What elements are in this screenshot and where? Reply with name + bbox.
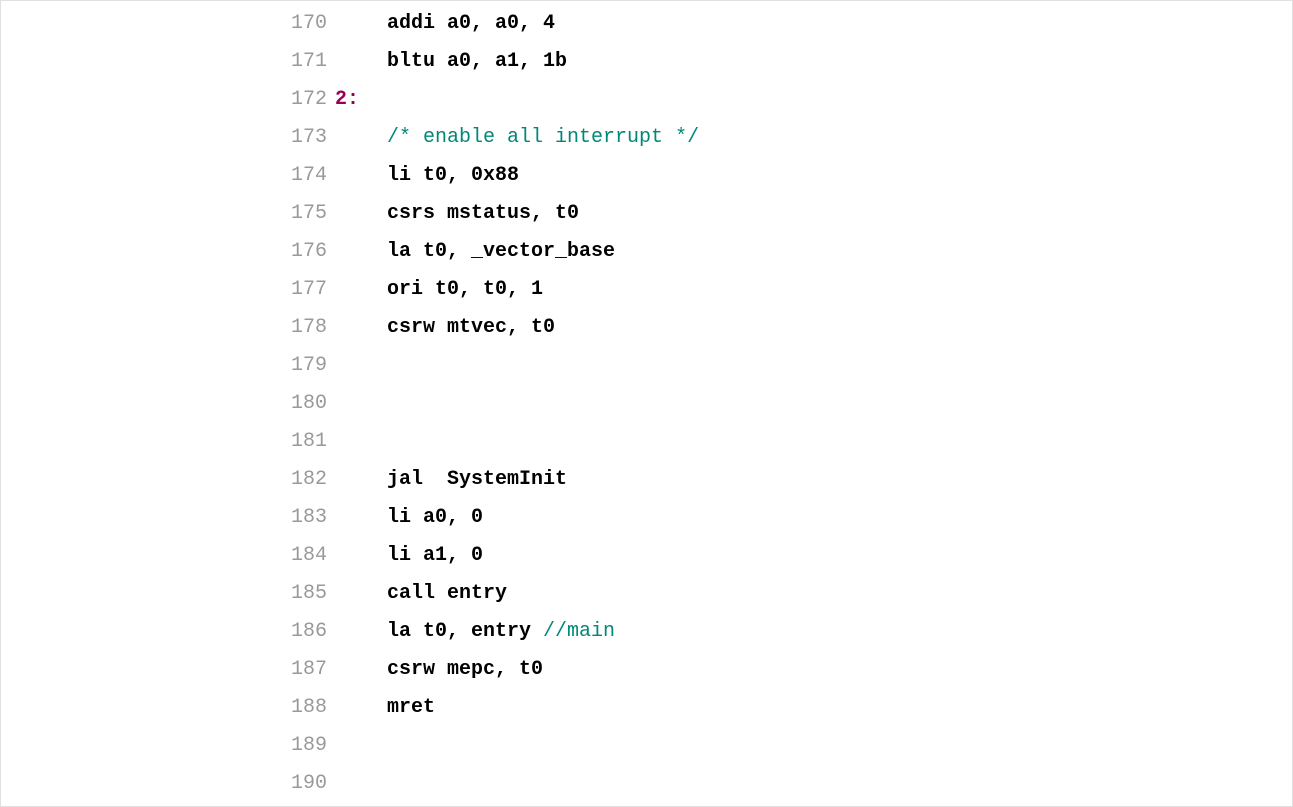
instruction: mret (387, 696, 435, 719)
code-line[interactable]: li t0, 0x88 (335, 157, 1292, 195)
code-line[interactable]: addi a0, a0, 4 (335, 5, 1292, 43)
line-number: 173 (291, 119, 327, 157)
line-number: 175 (291, 195, 327, 233)
inline-comment: //main (543, 620, 615, 643)
instruction: la t0, entry (387, 620, 543, 643)
instruction: li a0, 0 (387, 506, 483, 529)
code-line[interactable]: 2: (335, 81, 1292, 119)
code-line[interactable]: /* enable all interrupt */ (335, 119, 1292, 157)
code-line[interactable]: call entry (335, 575, 1292, 613)
code-line[interactable]: ori t0, t0, 1 (335, 271, 1292, 309)
line-number: 182 (291, 461, 327, 499)
instruction: li t0, 0x88 (387, 164, 519, 187)
assembly-label: 2: (335, 88, 359, 111)
code-line[interactable]: li a1, 0 (335, 537, 1292, 575)
instruction: bltu a0, a1, 1b (387, 50, 567, 73)
code-line[interactable]: la t0, entry //main (335, 613, 1292, 651)
instruction: la t0, _vector_base (387, 240, 615, 263)
line-number: 181 (291, 423, 327, 461)
line-number: 179 (291, 347, 327, 385)
line-number: 174 (291, 157, 327, 195)
line-number: 185 (291, 575, 327, 613)
code-line[interactable] (335, 423, 1292, 461)
line-number: 188 (291, 689, 327, 727)
code-line[interactable] (335, 385, 1292, 423)
line-number: 180 (291, 385, 327, 423)
line-number: 176 (291, 233, 327, 271)
line-number: 170 (291, 5, 327, 43)
code-editor[interactable]: 1701711721731741751761771781791801811821… (1, 1, 1292, 803)
code-line[interactable] (335, 727, 1292, 765)
instruction: csrw mtvec, t0 (387, 316, 555, 339)
line-number: 172 (291, 81, 327, 119)
line-number: 177 (291, 271, 327, 309)
line-number: 184 (291, 537, 327, 575)
instruction: jal SystemInit (387, 468, 567, 491)
line-number: 178 (291, 309, 327, 347)
instruction: addi a0, a0, 4 (387, 12, 555, 35)
code-line[interactable]: mret (335, 689, 1292, 727)
line-number: 183 (291, 499, 327, 537)
line-number-gutter: 1701711721731741751761771781791801811821… (1, 5, 335, 803)
code-line[interactable]: csrs mstatus, t0 (335, 195, 1292, 233)
instruction: ori t0, t0, 1 (387, 278, 543, 301)
comment: /* enable all interrupt */ (387, 126, 699, 149)
code-line[interactable]: la t0, _vector_base (335, 233, 1292, 271)
code-line[interactable]: jal SystemInit (335, 461, 1292, 499)
code-line[interactable]: csrw mtvec, t0 (335, 309, 1292, 347)
instruction: csrw mepc, t0 (387, 658, 543, 681)
instruction: csrs mstatus, t0 (387, 202, 579, 225)
line-number: 187 (291, 651, 327, 689)
line-number: 190 (291, 765, 327, 803)
line-number: 171 (291, 43, 327, 81)
instruction: li a1, 0 (387, 544, 483, 567)
line-number: 189 (291, 727, 327, 765)
instruction: call entry (387, 582, 507, 605)
code-content[interactable]: addi a0, a0, 4 bltu a0, a1, 1b 2: /* enable… (335, 5, 1292, 803)
code-line[interactable]: bltu a0, a1, 1b (335, 43, 1292, 81)
code-line[interactable] (335, 347, 1292, 385)
code-line[interactable]: csrw mepc, t0 (335, 651, 1292, 689)
code-line[interactable] (335, 765, 1292, 803)
line-number: 186 (291, 613, 327, 651)
code-line[interactable]: li a0, 0 (335, 499, 1292, 537)
